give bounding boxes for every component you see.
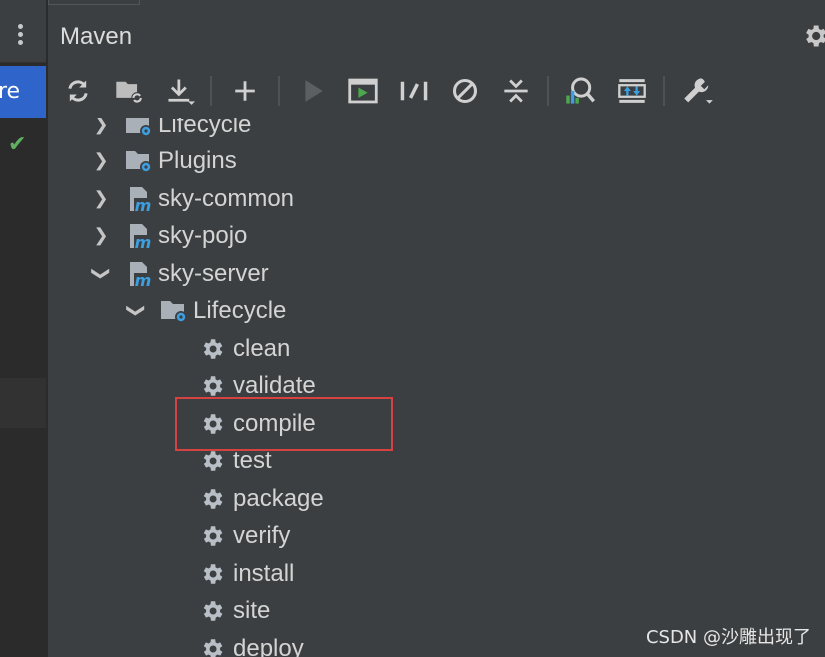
tree-item-label: Lifecycle	[158, 118, 252, 138]
goal-label: verify	[233, 521, 291, 549]
chevron-right-icon[interactable]: ❯	[90, 150, 112, 171]
skip-tests-icon[interactable]	[448, 74, 482, 108]
watermark: CSDN @沙雕出现了	[645, 627, 811, 648]
left-selected-item-label: re	[0, 79, 21, 104]
tree-item-sky-pojo[interactable]: ❯ m sky-pojo	[90, 217, 247, 254]
collapse-all-icon[interactable]	[499, 74, 533, 108]
chevron-right-icon[interactable]: ❯	[90, 225, 112, 246]
svg-text:m: m	[135, 233, 152, 250]
gear-icon	[203, 525, 223, 546]
folder-gear-icon	[161, 300, 187, 323]
settings-wrench-icon[interactable]	[681, 74, 715, 108]
goal-label: validate	[233, 371, 316, 399]
folder-gear-icon	[126, 150, 152, 173]
tool-window-title: Maven	[60, 23, 133, 50]
gear-icon	[203, 338, 223, 359]
gear-icon	[203, 450, 223, 471]
goal-label: site	[233, 596, 271, 624]
goal-package[interactable]: package	[199, 480, 324, 517]
annotation-highlight-box	[175, 397, 393, 451]
goal-label: install	[233, 559, 295, 587]
toolbar-separator	[278, 76, 280, 106]
goal-verify[interactable]: verify	[199, 517, 290, 554]
tab-outline	[48, 0, 140, 5]
generate-sources-icon[interactable]	[112, 74, 146, 108]
tree-item-sky-server[interactable]: ❯ m sky-server	[90, 255, 269, 292]
tree-item-lifecycle[interactable]: ❯ Lifecycle	[125, 292, 287, 329]
analyze-dependencies-icon[interactable]	[563, 74, 597, 108]
add-icon[interactable]	[228, 74, 262, 108]
maven-module-icon: m	[130, 261, 152, 288]
maven-module-icon: m	[130, 186, 152, 213]
gear-icon	[203, 375, 223, 396]
gear-icon[interactable]	[801, 22, 825, 54]
tree-item-label: sky-pojo	[158, 221, 248, 249]
reload-all-icon[interactable]	[61, 74, 95, 108]
svg-text:m: m	[135, 271, 152, 288]
maven-module-icon: m	[130, 223, 152, 250]
show-diagram-icon[interactable]	[615, 74, 649, 108]
tree-item-plugins[interactable]: ❯ Plugins	[90, 142, 237, 179]
left-panel-header	[0, 0, 46, 63]
goal-clean[interactable]: clean	[199, 330, 290, 367]
toolbar-separator	[663, 76, 665, 106]
tree-item-sky-common[interactable]: ❯ m sky-common	[90, 180, 294, 217]
tool-window-header: Maven	[48, 12, 825, 62]
folder-gear-icon	[126, 118, 152, 137]
maven-toolbar	[48, 64, 825, 118]
toggle-offline-icon[interactable]	[397, 74, 431, 108]
download-icon[interactable]	[163, 74, 197, 108]
left-selected-item[interactable]: re	[0, 66, 46, 118]
gear-icon	[203, 600, 223, 621]
top-edge	[0, 0, 825, 12]
goal-label: clean	[233, 334, 291, 362]
svg-text:m: m	[135, 196, 152, 213]
chevron-down-icon[interactable]: ❯	[91, 263, 112, 285]
gear-icon	[203, 488, 223, 509]
goal-label: deploy	[233, 634, 304, 657]
gear-icon	[203, 563, 223, 584]
maven-project-tree: ❯ Lifecycle ❯ Plugins ❯ m sky-common ❯ m…	[48, 118, 825, 657]
left-highlighted-row	[0, 378, 46, 428]
chevron-right-icon[interactable]: ❯	[90, 188, 112, 209]
tree-item-label: sky-common	[158, 184, 295, 212]
chevron-down-icon[interactable]: ❯	[126, 300, 147, 322]
tree-item-lifecycle-root[interactable]: ❯ Lifecycle	[90, 118, 251, 143]
checkmark-icon: ✔	[8, 132, 27, 157]
goal-deploy[interactable]: deploy	[199, 630, 304, 657]
chevron-right-icon[interactable]: ❯	[90, 118, 112, 135]
toolbar-separator	[210, 76, 212, 106]
tree-item-label: sky-server	[158, 259, 269, 287]
tree-item-label: Lifecycle	[193, 296, 287, 324]
goal-site[interactable]: site	[199, 592, 270, 629]
run-icon[interactable]	[296, 74, 330, 108]
goal-label: package	[233, 484, 324, 512]
goal-install[interactable]: install	[199, 555, 294, 592]
gear-icon	[203, 638, 223, 657]
execute-goal-icon[interactable]	[346, 74, 380, 108]
more-options-icon[interactable]	[18, 24, 24, 48]
tree-item-label: Plugins	[158, 146, 237, 174]
toolbar-separator	[547, 76, 549, 106]
